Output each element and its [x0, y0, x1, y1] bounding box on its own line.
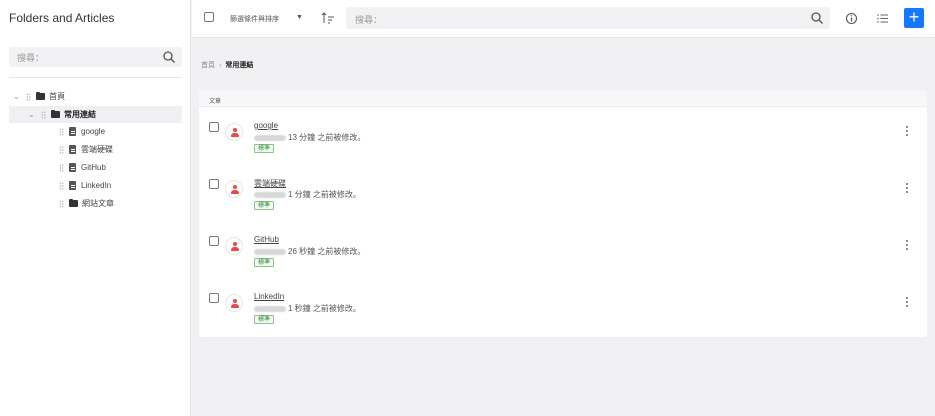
status-badge: 標準 — [254, 315, 275, 324]
tree-item-label: LinkedIn — [81, 181, 112, 190]
document-icon — [69, 145, 76, 154]
articles-section-label: 文章 — [209, 99, 222, 105]
sidebar: Folders and Articles 搜尋： ⌄ 首頁 ⌄ 常用連結 goo… — [0, 0, 191, 416]
drag-handle-icon[interactable] — [59, 199, 64, 208]
search-icon[interactable] — [810, 11, 824, 25]
sidebar-divider — [9, 77, 182, 78]
breadcrumb-separator: › — [219, 61, 222, 69]
list-item: google 13 分鐘 之前被修改。 標準 — [199, 118, 927, 170]
plus-icon: + — [908, 7, 920, 27]
tree-item-label: 雲端硬碟 — [81, 145, 113, 154]
more-vertical-icon[interactable] — [905, 183, 909, 195]
folder-icon — [69, 198, 78, 207]
caret-down-icon[interactable]: ▼ — [296, 14, 303, 21]
article-modified: 1 分鐘 之前被修改。 — [288, 190, 361, 199]
info-icon[interactable] — [845, 12, 858, 25]
list-item: GitHub 26 秒鐘 之前被修改。 標準 — [199, 232, 927, 284]
main-search-input[interactable]: 搜尋： — [346, 7, 830, 29]
drag-handle-icon[interactable] — [59, 181, 64, 190]
article-modified: 26 秒鐘 之前被修改。 — [288, 247, 366, 256]
tree-item-website-articles[interactable]: 網站文章 — [54, 195, 182, 212]
author-name — [254, 134, 286, 141]
author-name — [254, 248, 286, 255]
article-meta: 1 秒鐘 之前被修改。 — [254, 303, 361, 314]
articles-header: 文章 — [199, 91, 927, 107]
more-vertical-icon[interactable] — [905, 240, 909, 252]
article-checkbox[interactable] — [209, 293, 219, 303]
user-icon — [225, 294, 243, 312]
sidebar-title: Folders and Articles — [9, 11, 115, 25]
add-article-button[interactable]: + — [904, 8, 924, 28]
document-icon — [69, 127, 76, 136]
drag-handle-icon[interactable] — [59, 163, 64, 172]
article-meta: 26 秒鐘 之前被修改。 — [254, 246, 365, 257]
drag-handle-icon[interactable] — [59, 145, 64, 154]
author-name — [254, 191, 286, 198]
list-item: 雲端硬碟 1 分鐘 之前被修改。 標準 — [199, 175, 927, 227]
main-search-placeholder: 搜尋： — [355, 15, 383, 25]
list-item: LinkedIn 1 秒鐘 之前被修改。 標準 — [199, 289, 927, 341]
filter-sort-dropdown[interactable]: 篩選條件與排序 — [230, 14, 279, 24]
tree-item-home[interactable]: ⌄ 首頁 — [13, 88, 183, 105]
status-badge: 標準 — [254, 144, 275, 153]
articles-panel: 文章 google 13 分鐘 之前被修改。 標準 雲端硬碟 1 分鐘 之前被修… — [199, 91, 927, 337]
user-icon — [225, 237, 243, 255]
drag-handle-icon[interactable] — [41, 110, 46, 119]
document-icon — [69, 163, 76, 172]
chevron-down-icon[interactable]: ⌄ — [13, 92, 21, 101]
tree-item-github[interactable]: GitHub — [54, 159, 182, 176]
toolbar: 篩選條件與排序 ▼ 搜尋： + — [192, 0, 935, 38]
sidebar-search-input[interactable]: 搜尋： — [9, 47, 182, 67]
more-vertical-icon[interactable] — [905, 126, 909, 138]
list-view-icon[interactable] — [876, 12, 889, 25]
document-icon — [69, 181, 76, 190]
breadcrumb-current: 常用連結 — [225, 62, 254, 69]
folder-icon — [51, 109, 60, 118]
user-icon — [225, 123, 243, 141]
article-checkbox[interactable] — [209, 122, 219, 132]
article-title-link[interactable]: LinkedIn — [254, 292, 284, 301]
search-icon[interactable] — [162, 50, 176, 64]
user-icon — [225, 180, 243, 198]
sidebar-search-placeholder: 搜尋： — [17, 53, 45, 63]
breadcrumb-home[interactable]: 首頁 — [201, 60, 215, 70]
tree-item-label: google — [81, 127, 106, 136]
sort-icon[interactable] — [321, 12, 335, 24]
article-checkbox[interactable] — [209, 179, 219, 189]
tree-item-label: 首頁 — [49, 92, 65, 101]
status-badge: 標準 — [254, 258, 275, 267]
article-title-link[interactable]: google — [254, 121, 278, 130]
drag-handle-icon[interactable] — [59, 127, 64, 136]
article-meta: 13 分鐘 之前被修改。 — [254, 132, 365, 143]
article-title-link[interactable]: GitHub — [254, 235, 279, 244]
tree-item-cloud-drive[interactable]: 雲端硬碟 — [54, 141, 182, 158]
article-title-link[interactable]: 雲端硬碟 — [254, 178, 286, 189]
drag-handle-icon[interactable] — [26, 92, 31, 101]
folder-icon — [36, 91, 45, 100]
tree-item-linkedin[interactable]: LinkedIn — [54, 177, 182, 194]
tree-item-label: GitHub — [81, 163, 106, 172]
article-modified: 13 分鐘 之前被修改。 — [288, 133, 366, 142]
more-vertical-icon[interactable] — [905, 297, 909, 309]
author-name — [254, 305, 286, 312]
article-checkbox[interactable] — [209, 236, 219, 246]
tree-item-google[interactable]: google — [54, 123, 182, 140]
chevron-down-icon[interactable]: ⌄ — [28, 110, 36, 119]
tree-item-label: 常用連結 — [64, 110, 96, 119]
breadcrumb: 首頁 › 常用連結 — [201, 60, 253, 70]
tree-item-label: 網站文章 — [82, 199, 114, 208]
article-modified: 1 秒鐘 之前被修改。 — [288, 304, 361, 313]
status-badge: 標準 — [254, 201, 275, 210]
article-meta: 1 分鐘 之前被修改。 — [254, 189, 361, 200]
select-all-checkbox[interactable] — [204, 12, 214, 22]
tree-item-common-links[interactable]: ⌄ 常用連結 — [9, 106, 182, 123]
